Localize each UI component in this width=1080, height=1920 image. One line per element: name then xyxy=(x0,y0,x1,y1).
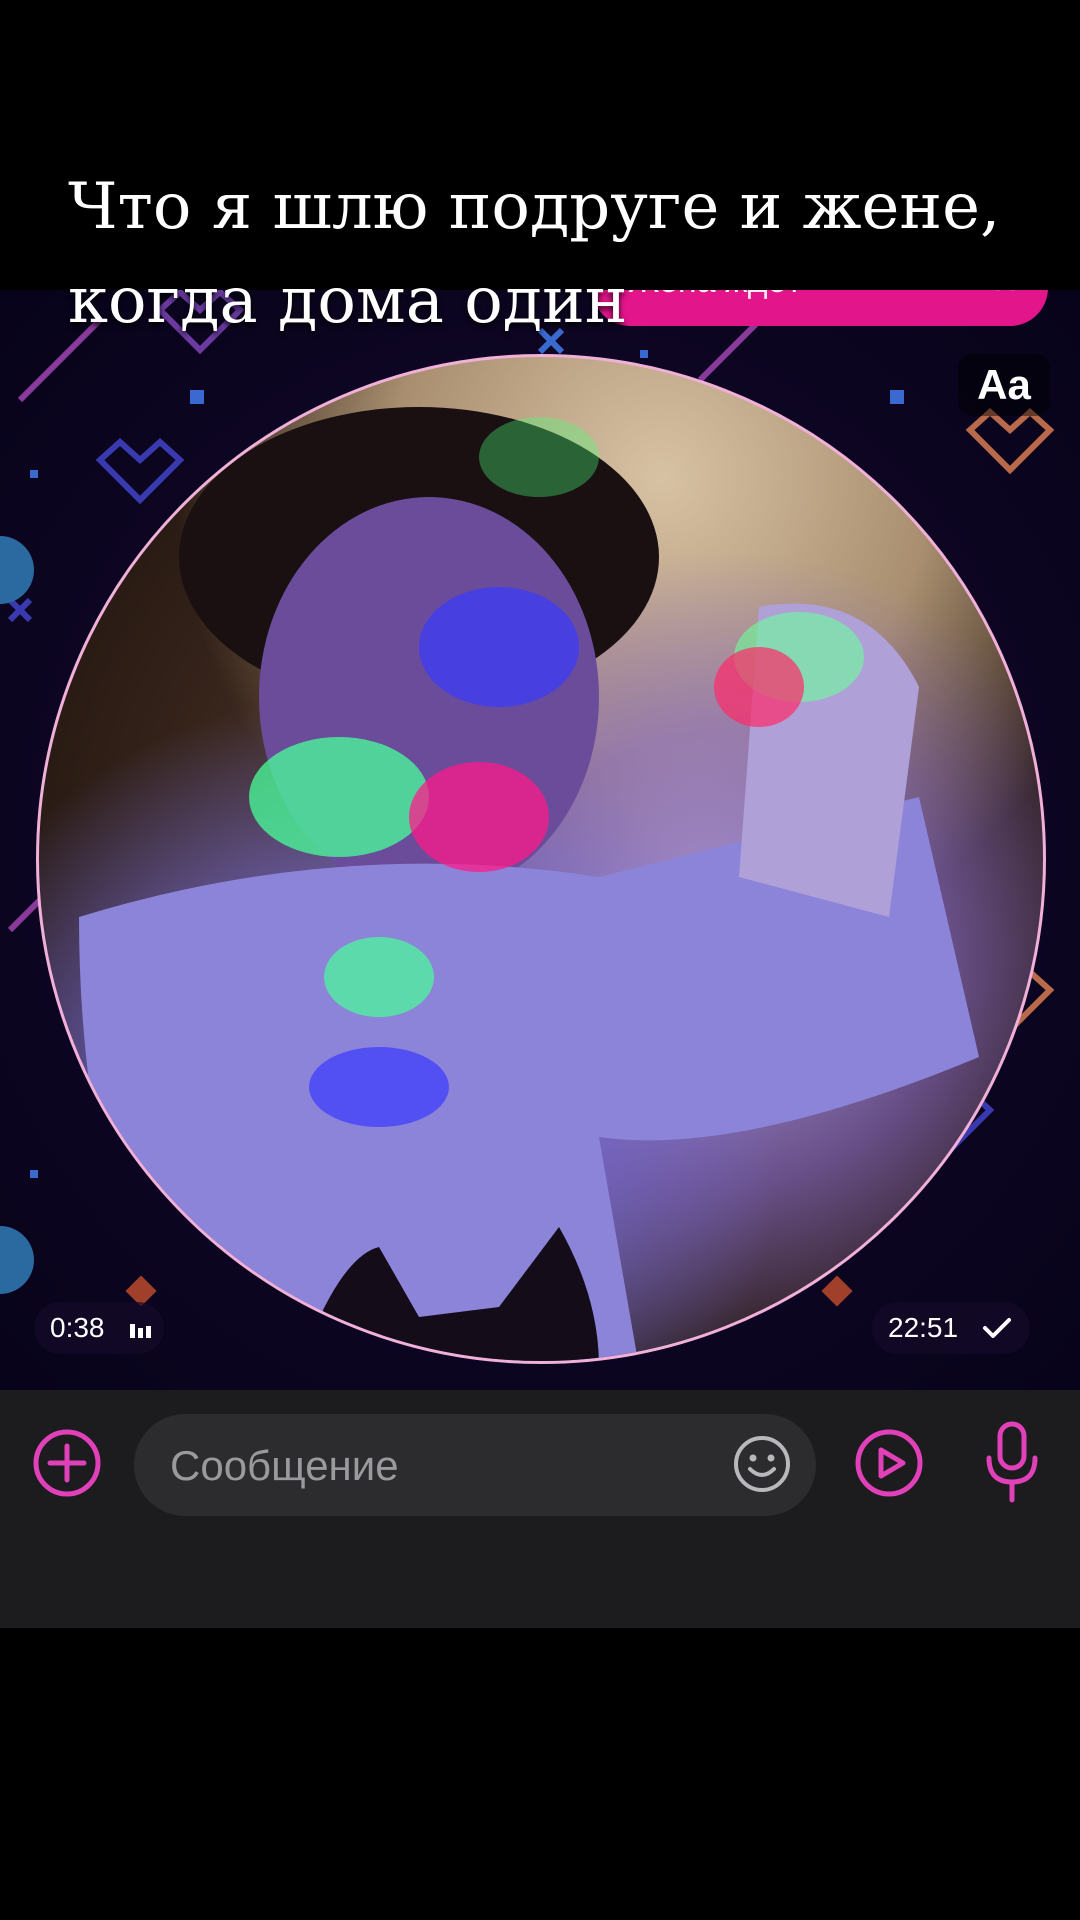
check-icon xyxy=(983,1318,1011,1338)
video-duration-badge: 0:38 xyxy=(34,1302,164,1354)
text-format-button[interactable]: Aa xyxy=(958,354,1050,416)
smiley-icon xyxy=(734,1436,790,1492)
round-video-message[interactable] xyxy=(36,354,1046,1364)
video-frame xyxy=(79,407,979,1361)
message-field[interactable] xyxy=(134,1414,816,1516)
message-time-badge: 22:51 xyxy=(872,1302,1030,1354)
play-circle-icon xyxy=(855,1429,923,1497)
plus-circle-icon xyxy=(33,1429,101,1497)
volume-bars-icon xyxy=(130,1324,151,1338)
caption-line-1: Что я шлю подруге и жене, xyxy=(68,170,1001,244)
message-input[interactable] xyxy=(168,1436,692,1496)
meme-caption: Что я шлю подруге и жене, когда дома оди… xyxy=(68,160,1028,348)
attach-button[interactable] xyxy=(32,1428,102,1498)
telegram-chat-screen: Жена ждёт 17:55 Что я шлю подруге и жене… xyxy=(0,0,1080,1920)
media-button[interactable] xyxy=(854,1428,924,1498)
message-time: 22:51 xyxy=(888,1312,959,1343)
emoji-button[interactable] xyxy=(732,1434,792,1494)
video-duration: 0:38 xyxy=(50,1312,105,1343)
microphone-icon xyxy=(986,1421,1038,1503)
caption-line-2: когда дома один xyxy=(68,264,628,338)
message-composer xyxy=(0,1390,1080,1628)
voice-record-button[interactable] xyxy=(984,1420,1040,1504)
